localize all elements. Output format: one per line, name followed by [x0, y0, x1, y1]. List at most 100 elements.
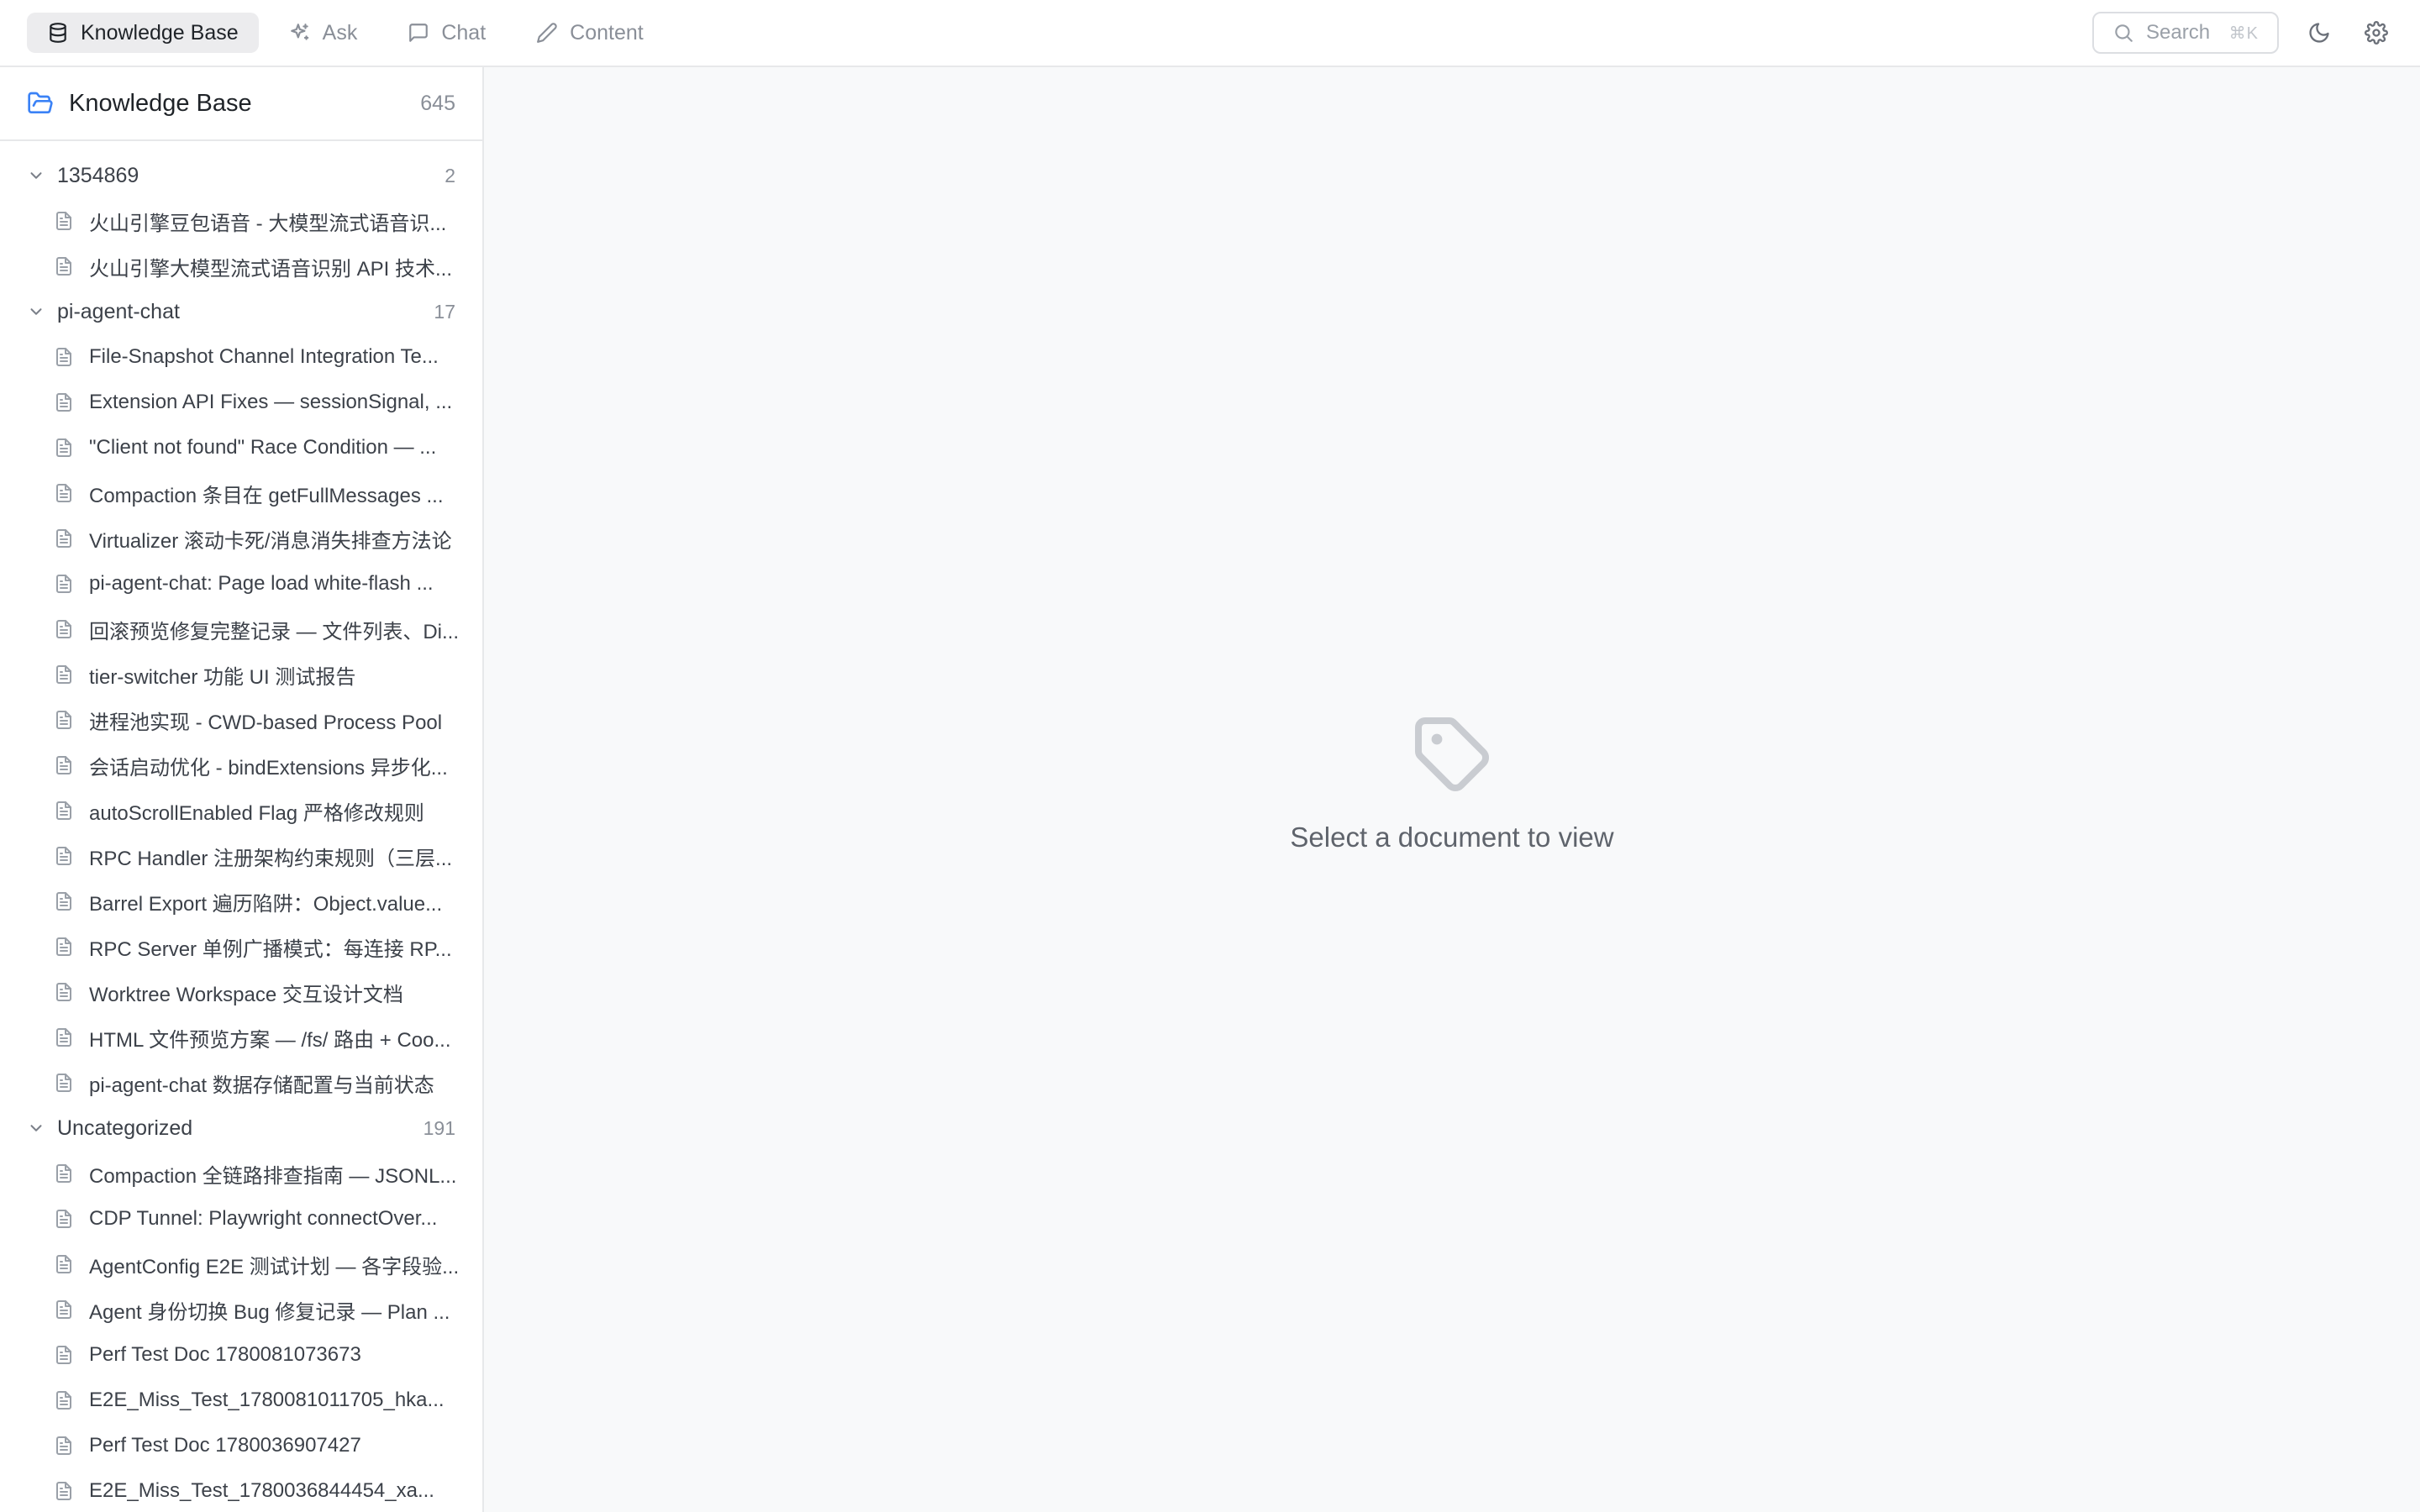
folder-group[interactable]: pi-agent-chat 17: [0, 289, 482, 334]
document-title: AgentConfig E2E 测试计划 — 各字段验...: [89, 1255, 460, 1278]
document-title: Virtualizer 滚动卡死/消息消失排查方法论: [89, 529, 452, 553]
tab-ask[interactable]: Ask: [269, 13, 378, 53]
document-item[interactable]: AgentConfig E2E 测试计划 — 各字段验...: [0, 1242, 482, 1287]
document-item[interactable]: tier-switcher 功能 UI 测试报告: [0, 652, 482, 697]
document-item[interactable]: HTML 文件预览方案 — /fs/ 路由 + Coo...: [0, 1015, 482, 1060]
document-title: E2E_Miss_Test_1780036844454_xa...: [89, 1479, 434, 1502]
search-shortcut: ⌘K: [2228, 24, 2259, 43]
tab-content[interactable]: Content: [516, 13, 664, 53]
file-text-icon: [56, 756, 71, 774]
pencil-icon: [537, 23, 557, 43]
file-text-icon: [56, 1436, 71, 1455]
database-icon: [50, 23, 66, 43]
tab-chat[interactable]: Chat: [387, 13, 506, 53]
document-item[interactable]: Barrel Export 遍历陷阱：Object.value...: [0, 879, 482, 924]
sparkles-icon: [290, 24, 308, 40]
document-title: Compaction 条目在 getFullMessages ...: [89, 484, 444, 507]
document-item[interactable]: 回滚预览修复完整记录 — 文件列表、Di...: [0, 606, 482, 652]
gear-icon: [2365, 21, 2388, 45]
document-item[interactable]: autoScrollEnabled Flag 严格修改规则: [0, 788, 482, 833]
document-title: Barrel Export 遍历陷阱：Object.value...: [89, 892, 443, 916]
folder-group[interactable]: 1354869 2: [0, 153, 482, 198]
theme-toggle-button[interactable]: [2302, 16, 2336, 50]
sidebar-header[interactable]: Knowledge Base 645: [0, 67, 482, 141]
document-item[interactable]: Virtualizer 滚动卡死/消息消失排查方法论: [0, 516, 482, 561]
document-title: 进程池实现 - CWD-based Process Pool: [89, 711, 443, 734]
document-title: Extension API Fixes — sessionSignal, ...: [89, 391, 453, 413]
message-square-icon: [409, 24, 429, 42]
document-title: 回滚预览修复完整记录 — 文件列表、Di...: [89, 620, 460, 643]
document-item[interactable]: Compaction 条目在 getFullMessages ...: [0, 470, 482, 516]
tab-knowledge-base[interactable]: Knowledge Base: [27, 13, 259, 53]
document-title: Perf Test Doc 1780036907427: [89, 1434, 361, 1457]
search-button[interactable]: Search ⌘K: [2092, 12, 2279, 54]
document-tree: 1354869 2 火山引擎豆包语音 - 大模型流式语音识... 火山引擎大模型流式语…: [0, 141, 482, 1512]
document-item[interactable]: pi-agent-chat: Page load white-flash ...: [0, 561, 482, 606]
tab-label: Chat: [441, 20, 487, 45]
document-item[interactable]: Worktree Workspace 交互设计文档: [0, 969, 482, 1015]
file-text-icon: [56, 801, 71, 820]
empty-state: Select a document to view: [484, 714, 2420, 853]
document-item[interactable]: 会话启动优化 - bindExtensions 异步化...: [0, 743, 482, 788]
file-text-icon: [56, 393, 71, 412]
document-item[interactable]: RPC Server 单例广播模式：每连接 RP...: [0, 924, 482, 969]
document-item[interactable]: 进程池实现 - CWD-based Process Pool: [0, 697, 482, 743]
document-item[interactable]: Perf Test Doc 1780081073673: [0, 1332, 482, 1378]
document-title: CDP Tunnel: Playwright connectOver...: [89, 1207, 438, 1230]
sidebar-total-count: 645: [420, 91, 455, 115]
document-item[interactable]: pi-agent-chat 数据存储配置与当前状态: [0, 1060, 482, 1105]
document-title: RPC Handler 注册架构约束规则（三层...: [89, 847, 453, 870]
document-title: 火山引擎豆包语音 - 大模型流式语音识...: [89, 212, 447, 235]
chevron-down-icon: [30, 308, 42, 315]
document-title: File-Snapshot Channel Integration Te...: [89, 345, 439, 368]
folder-name: Uncategorized: [57, 1116, 193, 1140]
document-title: Compaction 全链路排查指南 — JSONL...: [89, 1164, 457, 1188]
nav-tabs: Knowledge Base Ask Chat Content: [27, 13, 664, 53]
document-title: Worktree Workspace 交互设计文档: [89, 983, 403, 1006]
file-text-icon: [56, 983, 71, 1001]
file-text-icon: [56, 620, 71, 638]
document-item[interactable]: Agent 身份切换 Bug 修复记录 — Plan ...: [0, 1287, 482, 1332]
document-item[interactable]: E2E_Miss_Test_1780036844454_xa...: [0, 1468, 482, 1512]
file-text-icon: [56, 438, 71, 457]
moon-icon: [2309, 23, 2329, 43]
document-item[interactable]: "Client not found" Race Condition — ...: [0, 425, 482, 470]
document-item[interactable]: 火山引擎大模型流式语音识别 API 技术...: [0, 244, 482, 289]
main-content: Select a document to view: [484, 67, 2420, 1512]
tag-icon: [1415, 717, 1489, 791]
file-text-icon: [56, 1346, 71, 1364]
sidebar-title: Knowledge Base: [69, 89, 252, 117]
settings-button[interactable]: [2360, 16, 2393, 50]
folder-group[interactable]: Uncategorized 191: [0, 1105, 482, 1151]
document-title: Agent 身份切换 Bug 修复记录 — Plan ...: [89, 1300, 450, 1324]
tab-label: Ask: [322, 20, 358, 45]
document-title: 火山引擎大模型流式语音识别 API 技术...: [89, 257, 453, 281]
document-item[interactable]: 火山引擎豆包语音 - 大模型流式语音识...: [0, 198, 482, 244]
document-item[interactable]: Extension API Fixes — sessionSignal, ...: [0, 380, 482, 425]
file-text-icon: [56, 348, 71, 366]
file-text-icon: [56, 575, 71, 593]
file-text-icon: [56, 665, 71, 684]
app-window: Knowledge Base Ask Chat Content Search ⌘…: [0, 0, 2420, 1512]
document-title: pi-agent-chat 数据存储配置与当前状态: [89, 1074, 434, 1097]
file-text-icon: [56, 847, 71, 865]
file-text-icon: [56, 257, 71, 276]
document-title: E2E_Miss_Test_1780081011705_hka...: [89, 1389, 445, 1411]
folder-count: 2: [445, 164, 455, 186]
document-item[interactable]: Perf Test Doc 1780036907427: [0, 1423, 482, 1468]
document-item[interactable]: File-Snapshot Channel Integration Te...: [0, 334, 482, 380]
document-item[interactable]: RPC Handler 注册架构约束规则（三层...: [0, 833, 482, 879]
sidebar: Knowledge Base 645 1354869 2 火山引擎豆包语音 - 大模…: [0, 67, 484, 1512]
file-text-icon: [56, 937, 71, 956]
folder-count: 191: [423, 1116, 455, 1139]
chevron-down-icon: [30, 1125, 42, 1131]
document-item[interactable]: Compaction 全链路排查指南 — JSONL...: [0, 1151, 482, 1196]
folder-open-icon: [28, 92, 53, 113]
document-item[interactable]: E2E_Miss_Test_1780081011705_hka...: [0, 1378, 482, 1423]
file-text-icon: [56, 529, 71, 548]
document-title: "Client not found" Race Condition — ...: [89, 436, 437, 459]
file-text-icon: [56, 1210, 71, 1228]
tab-label: Knowledge Base: [81, 20, 239, 45]
document-item[interactable]: CDP Tunnel: Playwright connectOver...: [0, 1196, 482, 1242]
file-text-icon: [56, 1164, 71, 1183]
